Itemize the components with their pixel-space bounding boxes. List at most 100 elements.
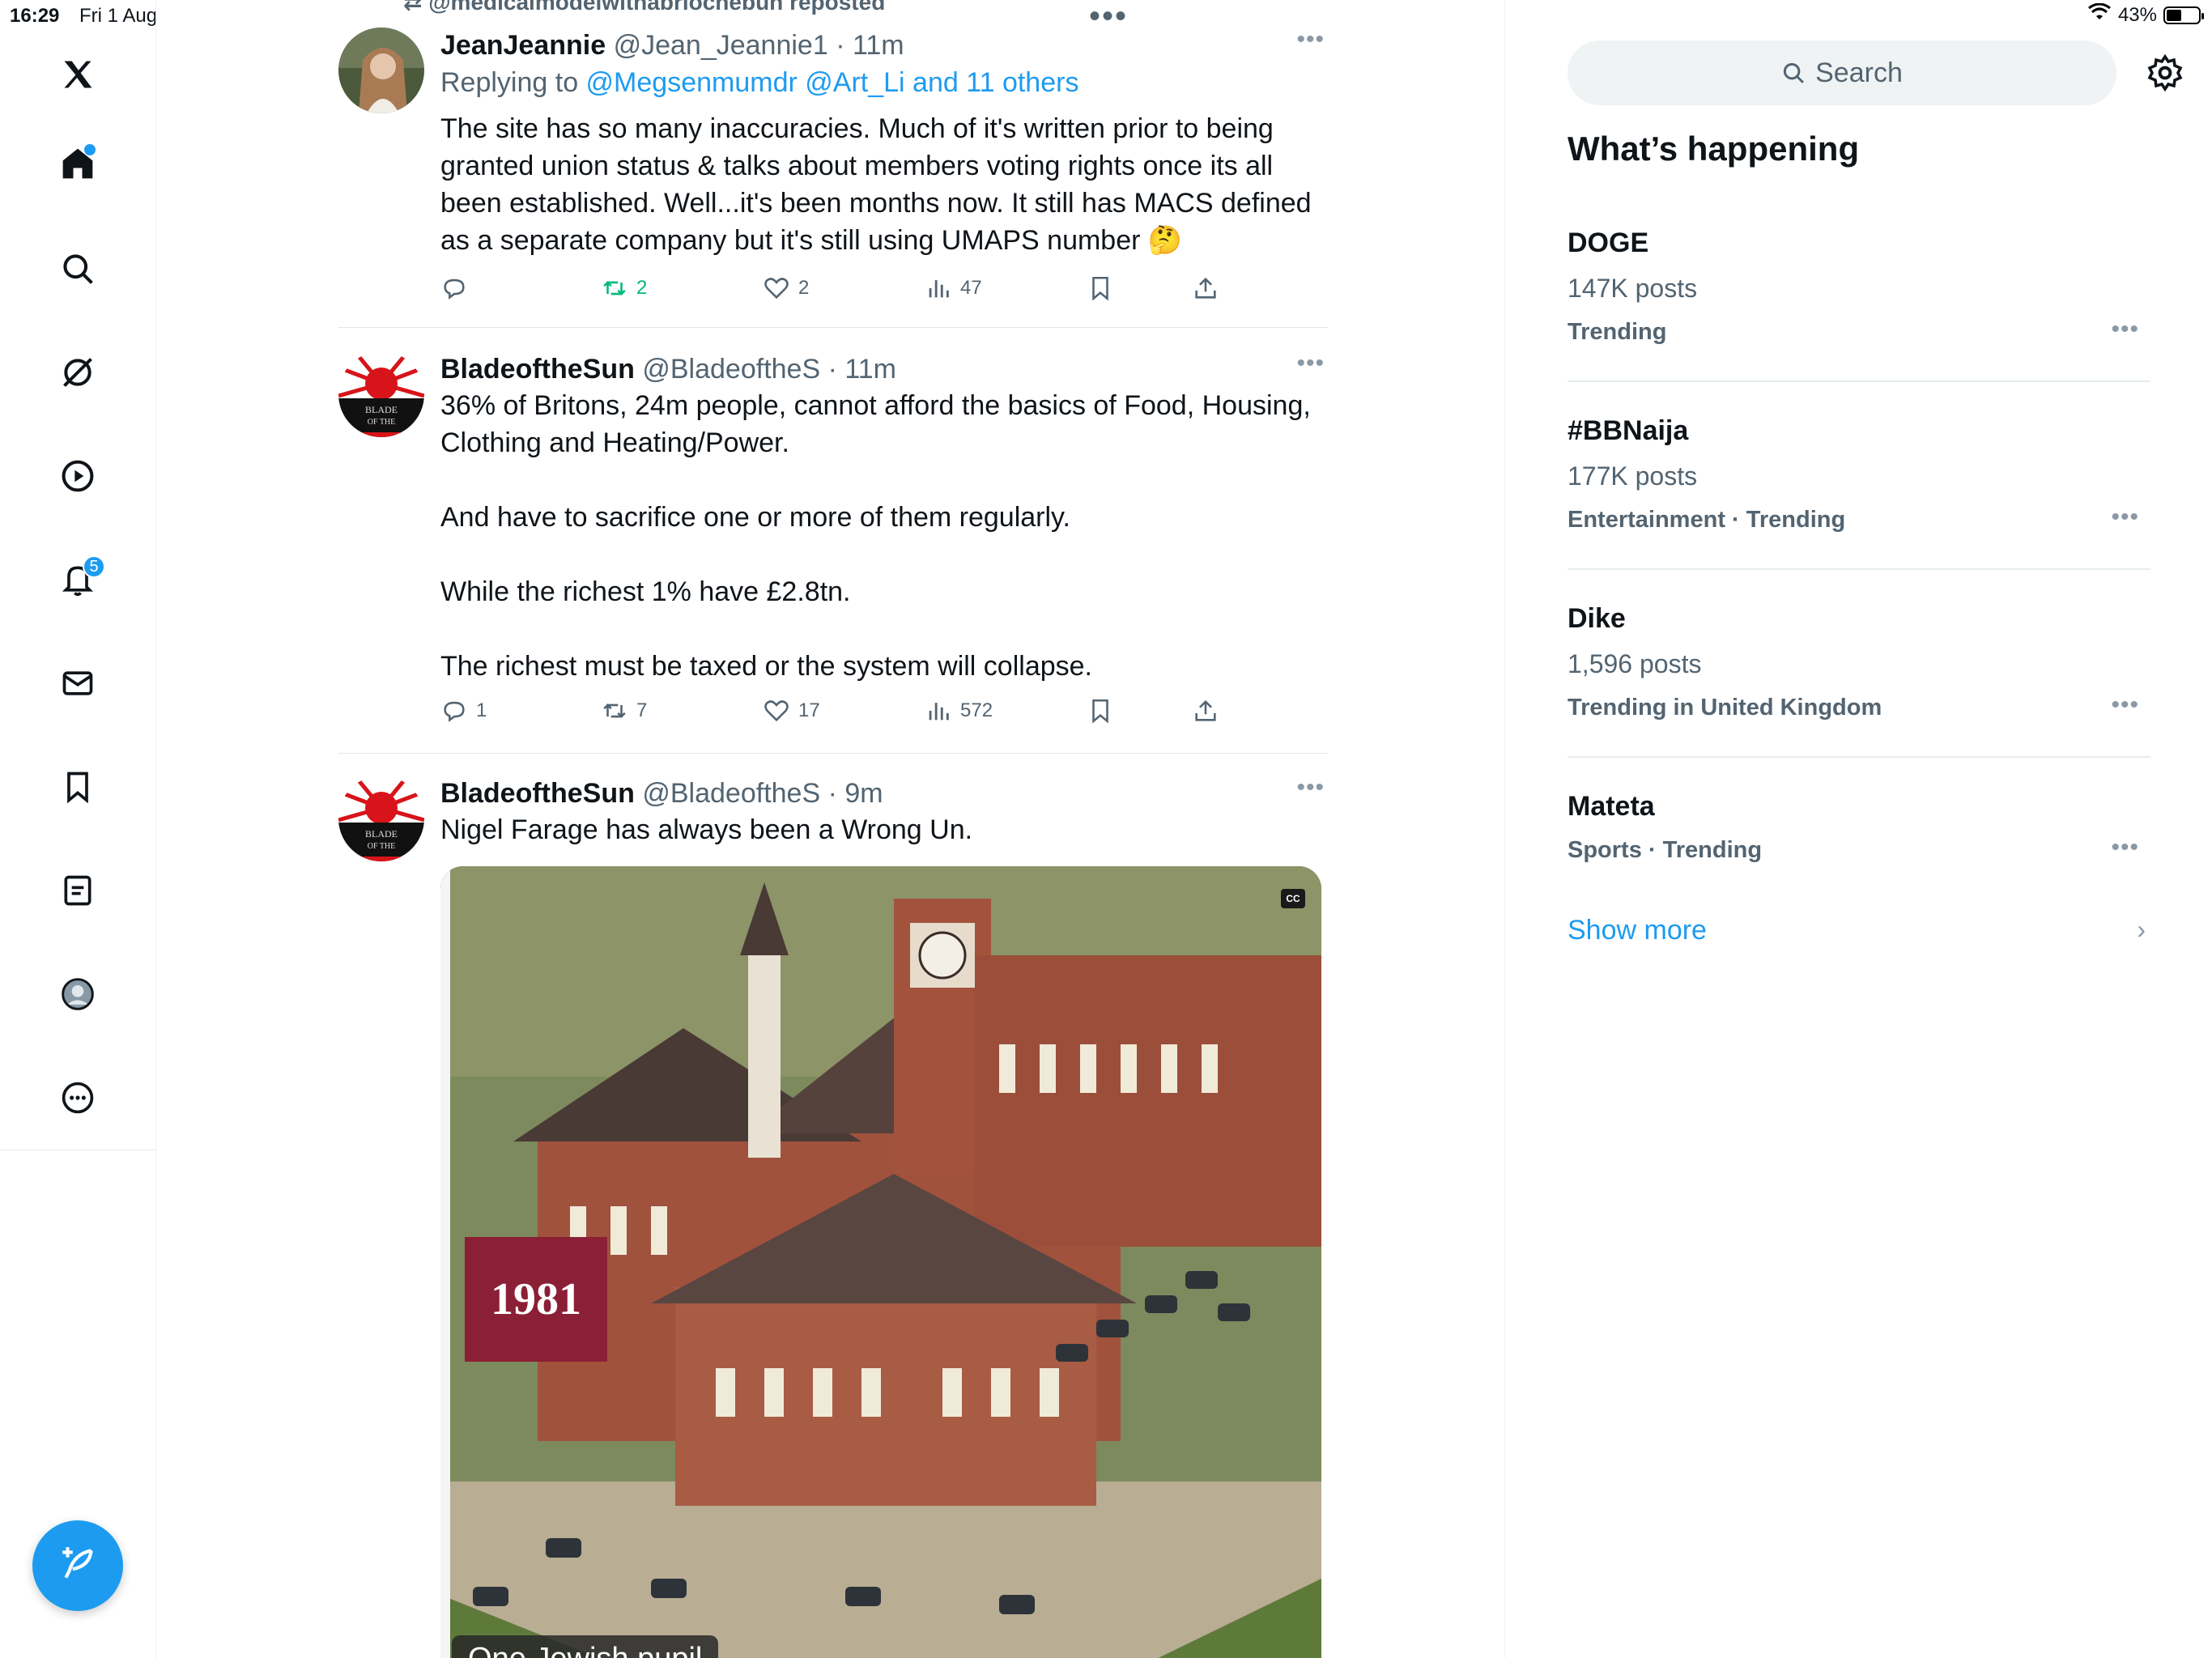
lists-icon[interactable] — [53, 866, 102, 915]
search-icon[interactable] — [53, 244, 102, 293]
tweet-text: The site has so many inaccuracies. Much … — [440, 113, 1312, 256]
show-more-link[interactable]: Show more › — [1568, 915, 2150, 946]
video-icon[interactable] — [53, 452, 102, 500]
author-name[interactable]: JeanJeannie — [440, 30, 606, 61]
tweet-header: BladeoftheSun @BladeoftheS · 9m — [440, 776, 1326, 811]
grok-icon[interactable] — [53, 348, 102, 397]
share-icon — [1195, 699, 1216, 721]
reply-icon — [444, 701, 465, 722]
more-icon[interactable] — [53, 1073, 102, 1122]
separator-dot: · — [820, 354, 845, 385]
author-handle[interactable]: @BladeoftheS — [642, 778, 820, 809]
compose-post-button[interactable] — [32, 1520, 123, 1611]
author-name[interactable]: BladeoftheSun — [440, 354, 635, 385]
repost-context: ⇄ @medicalmodelwithabriochebun reposted — [403, 0, 885, 15]
trend-divider — [1568, 568, 2150, 570]
separator-dot: · — [820, 778, 845, 809]
home-icon[interactable] — [53, 139, 102, 188]
trend-category: Entertainment · Trending — [1568, 507, 1846, 533]
avatar[interactable]: BLADE OF THE — [338, 776, 424, 861]
views-count: 47 — [960, 277, 982, 299]
trend-item[interactable]: Mateta Sports · Trending ••• — [1568, 789, 2150, 866]
messages-icon[interactable] — [53, 659, 102, 708]
timeline[interactable]: ⇄ @medicalmodelwithabriochebun reposted … — [156, 0, 1505, 1658]
like-button[interactable]: 2 — [763, 270, 809, 306]
heart-icon — [764, 700, 789, 722]
bookmark-button[interactable] — [1087, 270, 1114, 306]
notifications-icon[interactable]: 5 — [53, 555, 105, 604]
share-button[interactable] — [1192, 693, 1219, 729]
trend-more-icon[interactable]: ••• — [2111, 691, 2139, 719]
home-unread-dot — [84, 144, 96, 155]
trend-post-count: 177K posts — [1568, 461, 1698, 491]
svg-text:BLADE: BLADE — [365, 828, 398, 840]
trend-post-count: 147K posts — [1568, 274, 1698, 303]
tweet-header: JeanJeannie @Jean_Jeannie1 · 11m — [440, 28, 1326, 63]
whats-happening-title: What’s happening — [1568, 130, 1860, 168]
tweet-actions: 2 2 47 — [440, 270, 1326, 306]
views-button[interactable]: 572 — [925, 693, 993, 729]
repost-icon — [603, 704, 626, 718]
tweet[interactable]: BLADE OF THE BladeoftheSun @BladeoftheS ·… — [338, 350, 1326, 724]
tweet-divider — [338, 753, 1328, 754]
like-count: 2 — [798, 277, 810, 299]
share-button[interactable] — [1192, 270, 1219, 306]
tweet-video[interactable]: 1981 CC One Jewish pupil — [440, 866, 1321, 1658]
views-icon — [929, 280, 949, 298]
repost-count: 2 — [636, 277, 648, 299]
trend-item[interactable]: DOGE 147K posts Trending ••• — [1568, 225, 2150, 348]
trend-name: DOGE — [1568, 227, 1649, 258]
left-nav: 5 — [0, 0, 156, 1658]
tweet-time[interactable]: 9m — [844, 778, 883, 809]
tweet-more-icon[interactable]: ••• — [1296, 774, 1325, 801]
author-handle[interactable]: @BladeoftheS — [642, 354, 820, 385]
notifications-badge: 5 — [83, 555, 105, 578]
tweet[interactable]: JeanJeannie @Jean_Jeannie1 · 11m ••• Rep… — [338, 26, 1326, 306]
tweet-actions: 1 7 17 572 — [440, 693, 1326, 729]
bookmark-button[interactable] — [1087, 693, 1114, 729]
trend-item[interactable]: Dike 1,596 posts Trending in United King… — [1568, 601, 2150, 724]
bookmarks-icon[interactable] — [53, 763, 102, 811]
reply-button[interactable]: 1 — [440, 693, 487, 729]
search-input[interactable]: Search — [1568, 40, 2116, 105]
views-button[interactable]: 47 — [925, 270, 982, 306]
year-overlay: 1981 — [465, 1237, 607, 1362]
tweet-time[interactable]: 11m — [853, 30, 904, 61]
trend-more-icon[interactable]: ••• — [2111, 316, 2139, 343]
author-handle[interactable]: @Jean_Jeannie1 — [614, 30, 828, 61]
trend-name: #BBNaija — [1568, 415, 1689, 446]
separator-dot: · — [827, 30, 853, 61]
trend-name: Mateta — [1568, 791, 1655, 822]
chevron-right-icon: › — [2137, 915, 2146, 944]
trend-divider — [1568, 756, 2150, 758]
repost-button[interactable]: 2 — [601, 270, 647, 306]
closed-captions-icon[interactable]: CC — [1281, 889, 1305, 908]
like-button[interactable]: 17 — [763, 693, 820, 729]
reply-button[interactable] — [440, 270, 476, 306]
settings-gear-icon[interactable] — [2146, 53, 2184, 92]
trend-more-icon[interactable]: ••• — [2111, 504, 2139, 531]
compose-feather-icon — [57, 1544, 98, 1588]
tweet-more-icon[interactable]: ••• — [1296, 26, 1325, 53]
repost-count: 7 — [636, 699, 648, 721]
reply-count: 1 — [476, 699, 487, 721]
trend-divider — [1568, 380, 2150, 382]
svg-text:OF THE: OF THE — [368, 842, 396, 851]
avatar[interactable] — [338, 28, 424, 113]
views-icon — [929, 703, 949, 721]
avatar[interactable]: BLADE OF THE — [338, 351, 424, 437]
trend-more-icon[interactable]: ••• — [2111, 834, 2139, 861]
replying-to: Replying to @Megsenmumdr @Art_Li and 11 … — [440, 67, 1079, 98]
author-name[interactable]: BladeoftheSun — [440, 778, 635, 809]
tweet-time[interactable]: 11m — [844, 354, 896, 385]
replying-to-link[interactable]: @Megsenmumdr @Art_Li and 11 others — [586, 67, 1079, 98]
tweet[interactable]: BLADE OF THE BladeoftheSun @BladeoftheS ·… — [338, 774, 1326, 1658]
x-logo-icon[interactable] — [53, 50, 102, 99]
right-sidebar: Search What’s happening DOGE 147K posts … — [1506, 0, 2212, 1658]
trend-category: Trending — [1568, 319, 1667, 345]
trend-category: Trending in United Kingdom — [1568, 695, 1882, 721]
tweet-more-icon[interactable]: ••• — [1296, 350, 1325, 377]
trend-item[interactable]: #BBNaija 177K posts Entertainment · Tren… — [1568, 413, 2150, 536]
repost-button[interactable]: 7 — [601, 693, 647, 729]
profile-icon[interactable] — [53, 970, 102, 1018]
